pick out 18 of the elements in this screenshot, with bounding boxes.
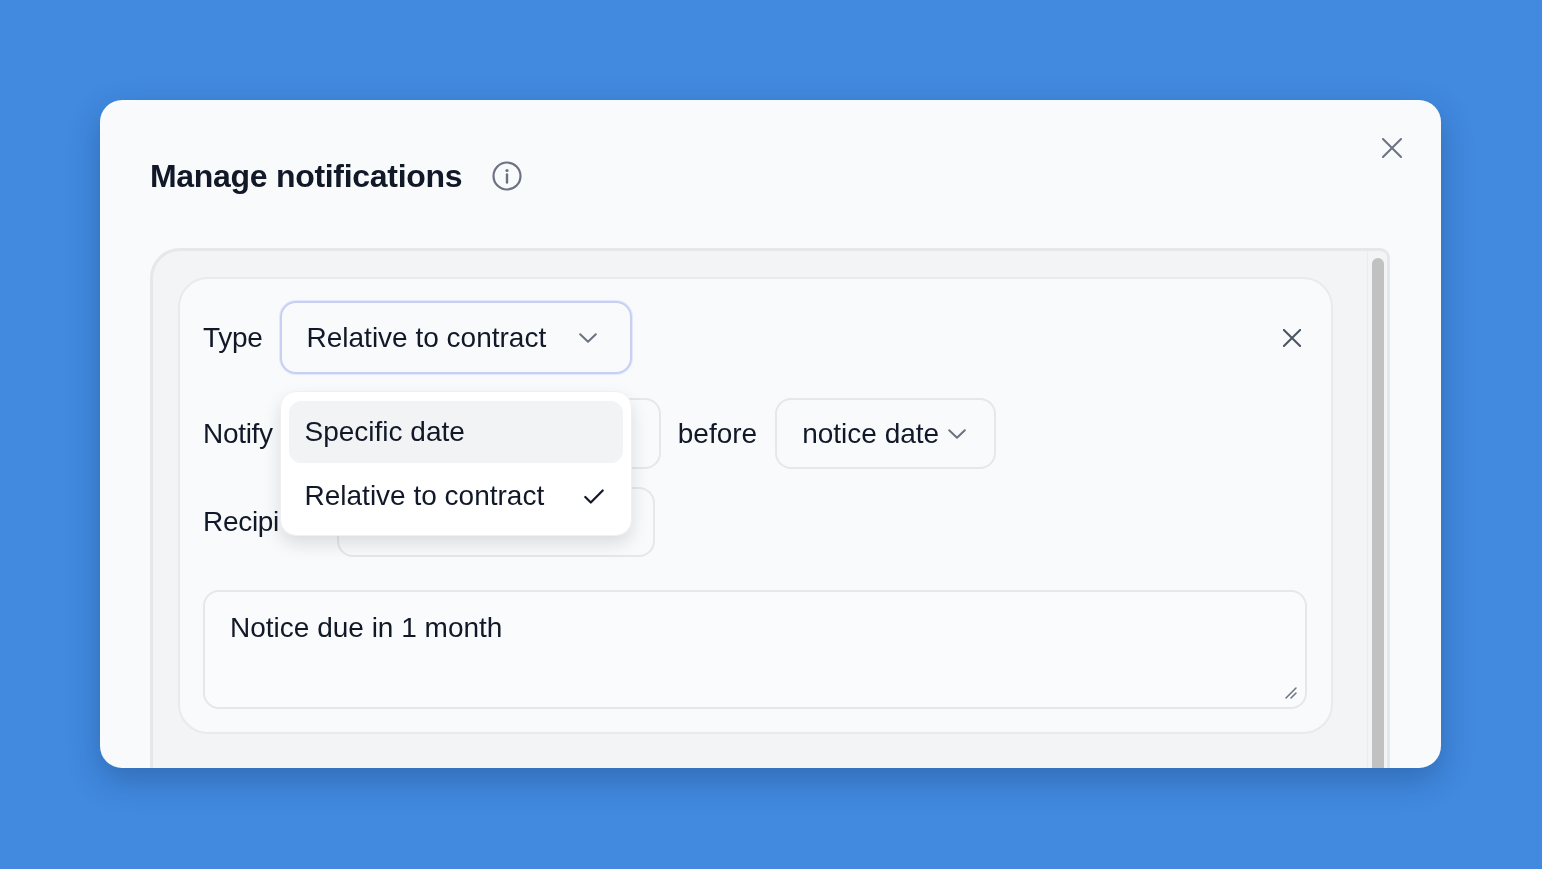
field-label: Notify xyxy=(203,416,273,451)
dialog-title: Manage notifications xyxy=(150,157,463,196)
chevron-down-icon xyxy=(578,332,597,343)
close-icon[interactable] xyxy=(1283,328,1301,347)
scrollbar-thumb[interactable] xyxy=(1371,258,1384,768)
checkmark-icon xyxy=(583,488,604,504)
anchor-select[interactable]: notice date xyxy=(775,398,997,469)
message-field[interactable]: Notice due in 1 month xyxy=(203,590,1307,709)
chevron-down-icon xyxy=(948,428,967,439)
info-icon[interactable] xyxy=(492,161,523,191)
type-select[interactable]: Relative to contract xyxy=(279,301,632,374)
field-label: Type xyxy=(203,320,263,355)
connector-text: before xyxy=(677,416,758,451)
close-icon[interactable] xyxy=(1382,138,1402,158)
dropdown-option[interactable]: Relative to contract xyxy=(288,465,623,527)
field-label: Recipi xyxy=(203,505,279,539)
dropdown-option[interactable]: Specific date xyxy=(288,401,623,463)
resize-handle-icon[interactable] xyxy=(1283,685,1297,699)
